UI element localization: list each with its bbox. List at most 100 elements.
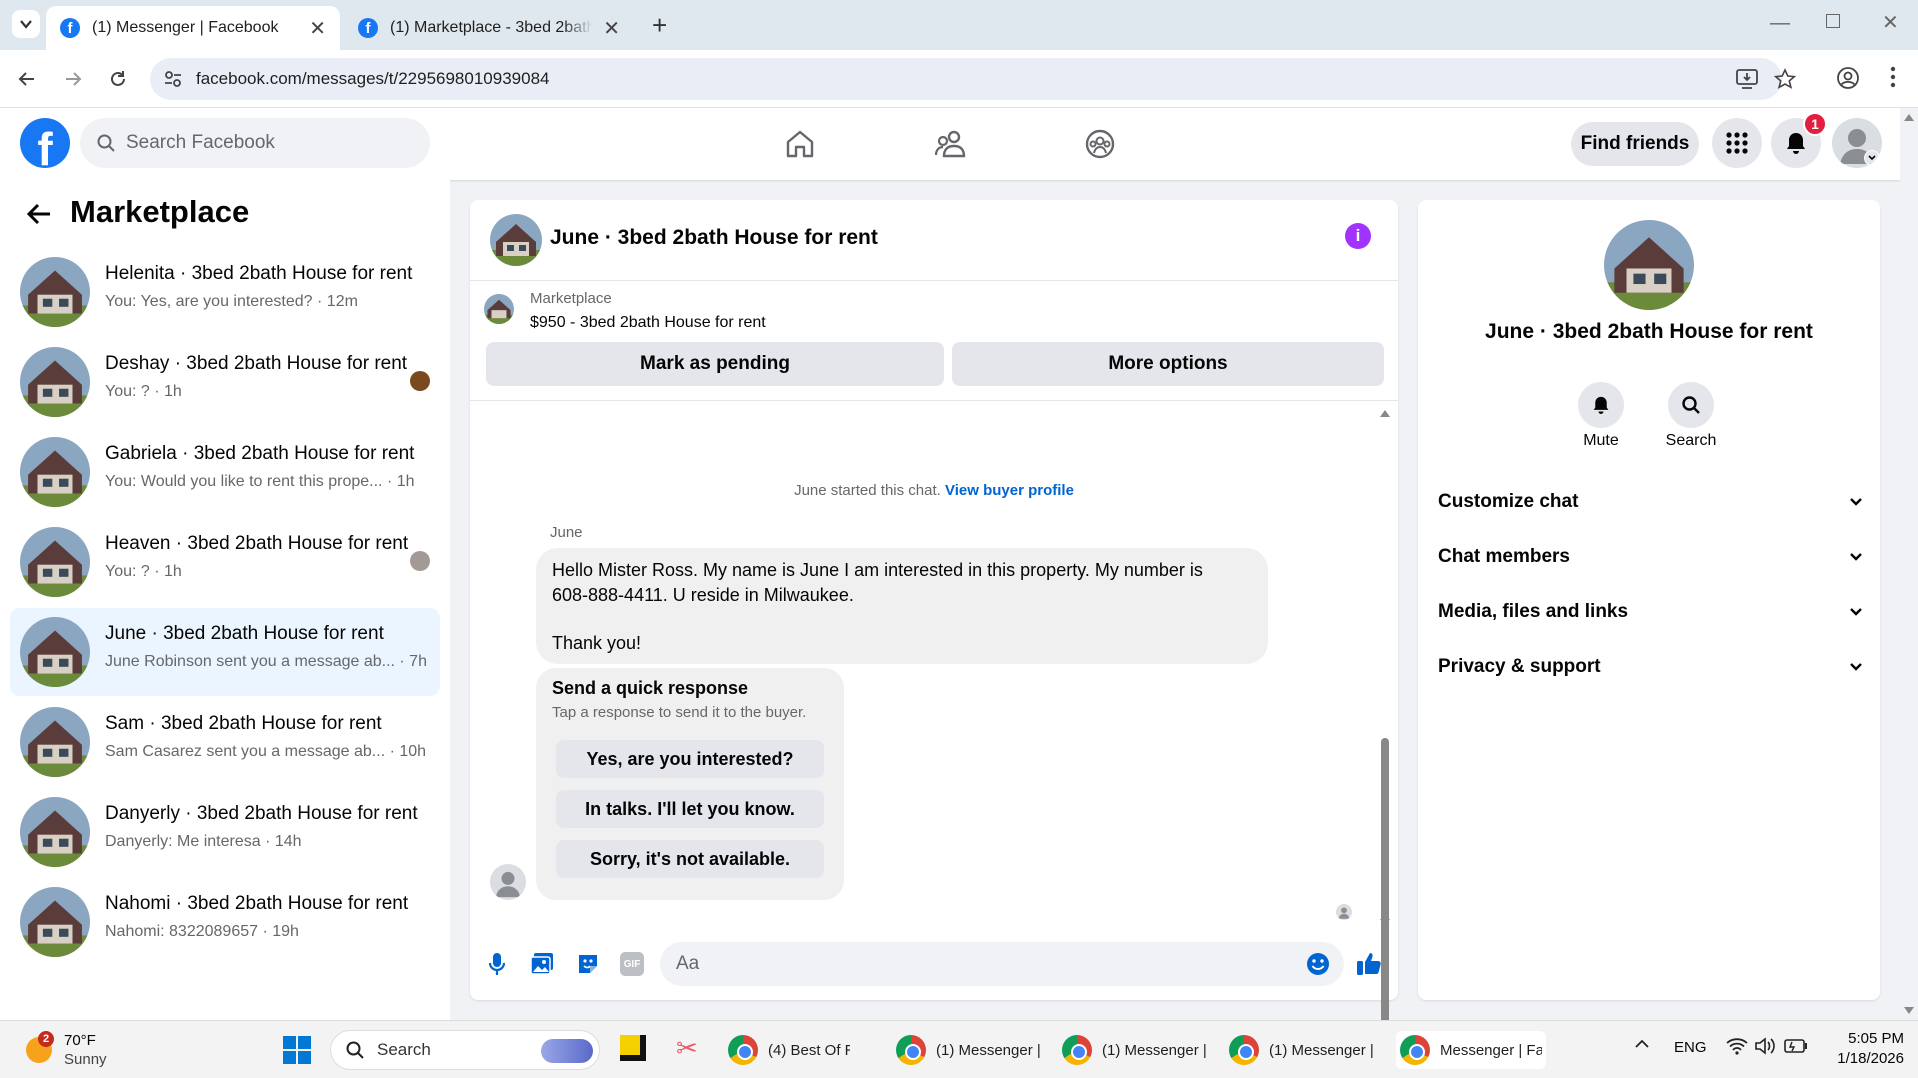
quick-response-in-talks[interactable]: In talks. I'll let you know.: [556, 790, 824, 828]
voice-clip-button[interactable]: [488, 952, 506, 976]
weather-widget[interactable]: 2 70°F Sunny: [26, 1031, 146, 1071]
conversation-avatar: [20, 887, 90, 957]
facebook-search-input[interactable]: Search Facebook: [80, 118, 430, 168]
tab-messenger[interactable]: f (1) Messenger | Facebook ✕: [46, 6, 340, 50]
page-scrollbar[interactable]: [1900, 108, 1918, 1020]
house-thumbnail: [20, 257, 90, 327]
attach-photo-button[interactable]: [530, 952, 554, 976]
chevron-down-icon: [20, 20, 32, 29]
install-app-icon[interactable]: [1736, 69, 1758, 89]
quick-response-yes[interactable]: Yes, are you interested?: [556, 740, 824, 778]
taskbar-chrome-2[interactable]: (1) Messenger |: [896, 1031, 1046, 1069]
conversation-item[interactable]: June · 3bed 2bath House for rent June Rob…: [10, 608, 440, 696]
menu-button[interactable]: [1712, 118, 1762, 168]
mute-button[interactable]: [1578, 382, 1624, 428]
message-input[interactable]: Aa: [660, 942, 1344, 986]
conversation-name: June · 3bed 2bath House for rent: [105, 623, 384, 644]
conversation-preview: Sam Casarez sent you a message ab... · 1…: [105, 743, 427, 760]
bookmark-star-icon[interactable]: [1774, 68, 1796, 90]
sticker-button[interactable]: [576, 952, 600, 976]
chevron-up-icon[interactable]: [1634, 1039, 1650, 1049]
incoming-message[interactable]: Hello Mister Ross. My name is June I am …: [536, 548, 1268, 664]
conversation-avatar: [20, 797, 90, 867]
back-button[interactable]: [14, 66, 40, 92]
language-indicator[interactable]: ENG: [1674, 1039, 1707, 1056]
conversation-item[interactable]: Danyerly · 3bed 2bath House for rent Dany…: [10, 788, 440, 876]
quick-response-not-available[interactable]: Sorry, it's not available.: [556, 840, 824, 878]
start-button[interactable]: [282, 1035, 312, 1065]
site-settings-icon[interactable]: [164, 70, 182, 88]
section-privacy-support[interactable]: Privacy & support: [1438, 647, 1863, 687]
find-friends-button[interactable]: Find friends: [1571, 122, 1699, 166]
close-icon[interactable]: ✕: [603, 16, 620, 41]
url-field[interactable]: facebook.com/messages/t/2295698010939084: [150, 58, 1796, 100]
taskbar-chrome-4[interactable]: (1) Messenger |: [1229, 1031, 1379, 1069]
conversation-list-pane: Marketplace Helenita · 3bed 2bath House …: [0, 180, 450, 1020]
quick-response-card: Send a quick response Tap a response to …: [536, 668, 844, 900]
battery-icon[interactable]: [1784, 1039, 1808, 1053]
gif-icon: GIF: [623, 958, 641, 970]
conversation-item[interactable]: Heaven · 3bed 2bath House for rent You: ?…: [10, 518, 440, 606]
account-avatar[interactable]: [1832, 118, 1882, 168]
forward-button[interactable]: [60, 66, 86, 92]
view-buyer-profile-link[interactable]: View buyer profile: [945, 482, 1074, 499]
home-icon: [786, 130, 814, 158]
section-label: Chat members: [1438, 546, 1570, 567]
snipping-tool-app[interactable]: ✂: [676, 1033, 698, 1064]
tab-marketplace[interactable]: f (1) Marketplace - 3bed 2bath H ✕: [344, 6, 634, 50]
taskbar-chrome-3[interactable]: (1) Messenger |: [1062, 1031, 1212, 1069]
chat-title[interactable]: June · 3bed 2bath House for rent: [550, 226, 878, 250]
divider: [470, 280, 1398, 281]
minimize-button[interactable]: —: [1770, 12, 1790, 35]
taskbar-search[interactable]: Search: [330, 1030, 600, 1070]
listing-source: Marketplace: [530, 290, 612, 307]
restore-button[interactable]: [1826, 14, 1840, 28]
sticky-notes-app[interactable]: [620, 1035, 646, 1061]
volume-icon[interactable]: [1754, 1037, 1776, 1055]
seen-avatar: [410, 551, 430, 571]
section-customize-chat[interactable]: Customize chat: [1438, 482, 1863, 522]
conversation-preview: June Robinson sent you a message ab... ·…: [105, 653, 427, 670]
nav-friends[interactable]: [934, 128, 968, 160]
conversation-item[interactable]: Helenita · 3bed 2bath House for rent You:…: [10, 248, 440, 336]
details-avatar[interactable]: [1604, 220, 1694, 310]
reload-button[interactable]: [105, 66, 131, 92]
listing-title[interactable]: $950 - 3bed 2bath House for rent: [530, 314, 766, 332]
wifi-icon[interactable]: [1726, 1037, 1748, 1055]
photo-icon: [530, 953, 553, 975]
profile-icon[interactable]: [1836, 66, 1860, 90]
chat-scrollbar[interactable]: [1378, 406, 1392, 1078]
conversation-item[interactable]: Sam · 3bed 2bath House for rent Sam Casar…: [10, 698, 440, 786]
clock[interactable]: 5:05 PM 1/18/2026: [1824, 1029, 1904, 1069]
back-button[interactable]: [26, 202, 52, 226]
conversation-item[interactable]: Gabriela · 3bed 2bath House for rent You:…: [10, 428, 440, 516]
taskbar-chrome-5[interactable]: Messenger | Fa: [1396, 1031, 1546, 1069]
like-button[interactable]: [1356, 950, 1382, 976]
info-button[interactable]: i: [1345, 223, 1371, 249]
facebook-logo[interactable]: f: [20, 118, 70, 168]
new-tab-button[interactable]: +: [652, 10, 667, 41]
chat-avatar[interactable]: [490, 214, 542, 266]
section-media-files-links[interactable]: Media, files and links: [1438, 592, 1863, 632]
conversation-item[interactable]: Deshay · 3bed 2bath House for rent You: ?…: [10, 338, 440, 426]
window-close-button[interactable]: ✕: [1882, 10, 1899, 35]
listing-thumbnail[interactable]: [484, 294, 514, 324]
nav-home[interactable]: [784, 128, 816, 160]
pane-title: Marketplace: [70, 194, 250, 229]
browser-menu-button[interactable]: [1890, 66, 1896, 88]
tab-search-button[interactable]: [12, 10, 40, 38]
house-thumbnail: [490, 214, 542, 266]
emoji-icon[interactable]: [1306, 952, 1330, 976]
mark-as-pending-button[interactable]: Mark as pending: [486, 342, 944, 386]
nav-groups[interactable]: [1084, 128, 1116, 160]
close-icon[interactable]: ✕: [309, 16, 326, 41]
gif-button[interactable]: GIF: [620, 952, 644, 976]
section-chat-members[interactable]: Chat members: [1438, 537, 1863, 577]
section-label: Media, files and links: [1438, 601, 1629, 622]
more-options-button[interactable]: More options: [952, 342, 1384, 386]
conversation-avatar: [20, 527, 90, 597]
search-in-chat-button[interactable]: [1668, 382, 1714, 428]
arrow-left-icon: [18, 72, 34, 86]
conversation-item[interactable]: Nahomi · 3bed 2bath House for rent Nahomi…: [10, 878, 440, 966]
taskbar-chrome-1[interactable]: (4) Best Of R Na: [728, 1031, 878, 1069]
